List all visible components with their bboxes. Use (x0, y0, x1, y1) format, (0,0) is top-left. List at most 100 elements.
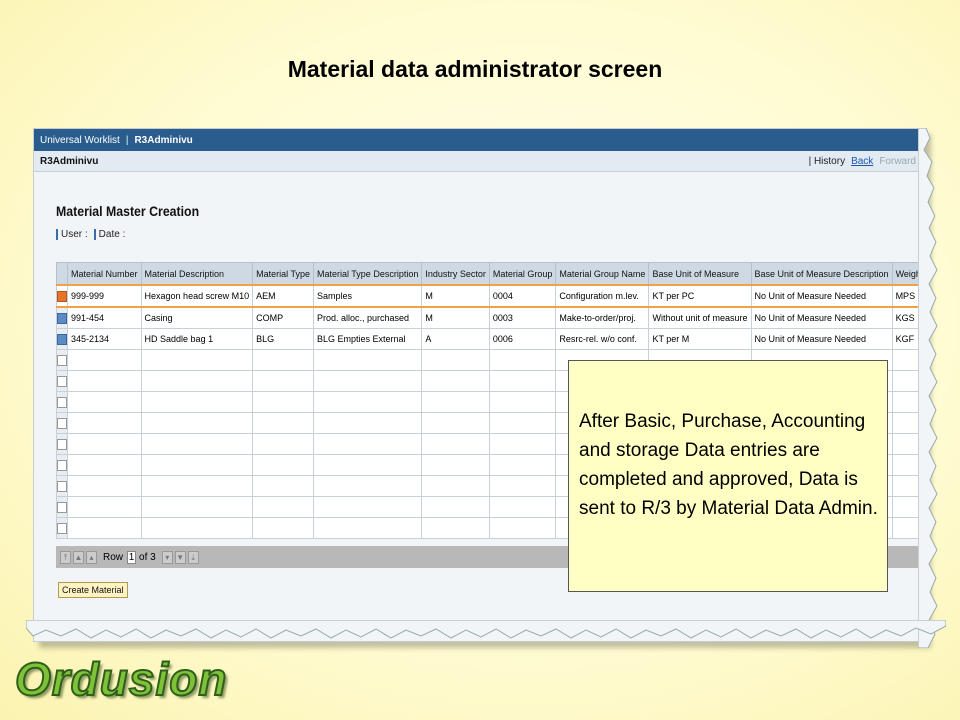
table-row[interactable]: 999-999 Hexagon head screw M10 AEM Samples M… (56, 284, 924, 308)
row-selector[interactable] (56, 370, 68, 392)
row-selector[interactable] (56, 284, 68, 308)
row-number-input[interactable]: 1 (127, 550, 137, 564)
table-row[interactable]: 345-2134 HD Saddle bag 1 BLG BLG Empties Ex… (56, 328, 924, 350)
table-cell: Hexagon head screw M10 (140, 284, 254, 308)
row-selector[interactable] (56, 306, 68, 329)
table-cell: BLG (252, 328, 314, 350)
last-page-icon[interactable]: ⤓ (187, 550, 199, 564)
nav-tab-r3adminivu[interactable]: R3Adminivu (134, 135, 192, 146)
table-cell (312, 454, 423, 476)
table-cell (421, 496, 490, 518)
table-cell (140, 412, 254, 434)
table-cell (252, 349, 314, 371)
row-selector[interactable] (56, 391, 68, 413)
history-link[interactable]: | History (809, 156, 846, 167)
table-cell (312, 517, 423, 539)
table-cell (67, 349, 142, 371)
row-selector[interactable] (56, 517, 68, 539)
table-cell (488, 370, 557, 392)
next-page-icon[interactable]: ▾ (161, 550, 173, 564)
table-cell (252, 370, 314, 392)
table-cell (312, 370, 423, 392)
table-cell: 0006 (488, 328, 557, 350)
table-cell: BLG Empties External (312, 328, 423, 350)
table-cell (421, 349, 490, 371)
row-selector[interactable] (56, 349, 68, 371)
row-select-icon[interactable] (57, 501, 67, 513)
row-selector[interactable] (56, 454, 68, 476)
row-selector[interactable] (56, 412, 68, 434)
column-header[interactable]: Base Unit of Measure (648, 262, 752, 286)
table-cell: Prod. alloc., purchased (312, 306, 423, 329)
table-row[interactable]: 991-454 Casing COMP Prod. alloc., purchased… (56, 306, 924, 329)
torn-edge-bottom (26, 620, 946, 639)
table-cell (488, 349, 557, 371)
column-header[interactable]: Material Type Description (312, 262, 423, 286)
table-cell: 0003 (488, 306, 557, 329)
create-material-button[interactable]: Create Material (58, 582, 128, 598)
column-header[interactable]: Material Group Name (555, 262, 650, 286)
row-select-icon[interactable] (57, 459, 67, 471)
table-cell (488, 517, 557, 539)
table-cell (488, 391, 557, 413)
callout-note: After Basic, Purchase, Accounting and st… (568, 360, 888, 592)
table-cell (312, 391, 423, 413)
row-select-icon[interactable] (57, 438, 67, 450)
table-cell (421, 412, 490, 434)
row-select-icon[interactable] (57, 522, 67, 534)
table-cell: KT per M (648, 328, 752, 350)
table-cell (140, 475, 254, 497)
table-cell (312, 433, 423, 455)
table-cell (421, 454, 490, 476)
nav-universal-worklist[interactable]: Universal Worklist (40, 135, 120, 146)
row-select-icon[interactable] (57, 480, 67, 492)
column-header[interactable]: Material Group (488, 262, 557, 286)
forward-link[interactable]: Forward (879, 156, 916, 167)
table-cell (67, 496, 142, 518)
table-cell: 0004 (488, 284, 557, 308)
table-cell (421, 517, 490, 539)
back-link[interactable]: Back (851, 156, 873, 167)
column-header[interactable]: Material Type (252, 262, 314, 286)
row-select-icon[interactable] (57, 396, 67, 408)
meta-row: User : Date : (56, 229, 924, 240)
column-header[interactable]: Material Description (140, 262, 254, 286)
column-header[interactable]: Base Unit of Measure Description (750, 262, 893, 286)
table-cell (67, 475, 142, 497)
prev-page-icon[interactable]: ▴ (86, 550, 97, 564)
table-header-row: Material Number Material Description Mater… (56, 262, 924, 286)
column-header[interactable]: Material Number (67, 262, 142, 286)
table-cell: Casing (140, 306, 254, 329)
table-cell (488, 496, 557, 518)
column-header[interactable]: Industry Sector (421, 262, 490, 286)
top-nav-bar: Universal Worklist | R3Adminivu (34, 129, 924, 151)
date-label: Date : (93, 229, 125, 240)
page-breadcrumb: R3Adminivu (40, 155, 99, 167)
table-cell (252, 412, 314, 434)
table-cell: 345-2134 (67, 328, 142, 350)
table-cell (312, 412, 423, 434)
table-cell: COMP (252, 306, 314, 329)
row-select-icon[interactable] (57, 417, 67, 429)
prev-page-block-icon[interactable]: ▲ (73, 550, 84, 564)
row-select-icon[interactable] (57, 312, 67, 324)
row-selector[interactable] (56, 328, 68, 350)
table-cell (421, 391, 490, 413)
table-cell (252, 475, 314, 497)
table-cell: Configuration m.lev. (555, 284, 650, 308)
row-selector[interactable] (56, 496, 68, 518)
row-select-icon[interactable] (57, 290, 67, 302)
row-label: Row (103, 551, 124, 563)
table-cell (140, 517, 254, 539)
table-cell (67, 412, 142, 434)
table-cell: M (421, 284, 490, 308)
row-select-icon[interactable] (57, 333, 67, 345)
row-select-icon[interactable] (57, 375, 67, 387)
first-page-icon[interactable]: ⤒ (60, 550, 71, 564)
next-page-block-icon[interactable]: ▼ (174, 550, 186, 564)
row-total-label: of 3 (139, 551, 156, 563)
row-select-icon[interactable] (57, 354, 67, 366)
table-cell (252, 454, 314, 476)
row-selector[interactable] (56, 433, 68, 455)
row-selector[interactable] (56, 475, 68, 497)
